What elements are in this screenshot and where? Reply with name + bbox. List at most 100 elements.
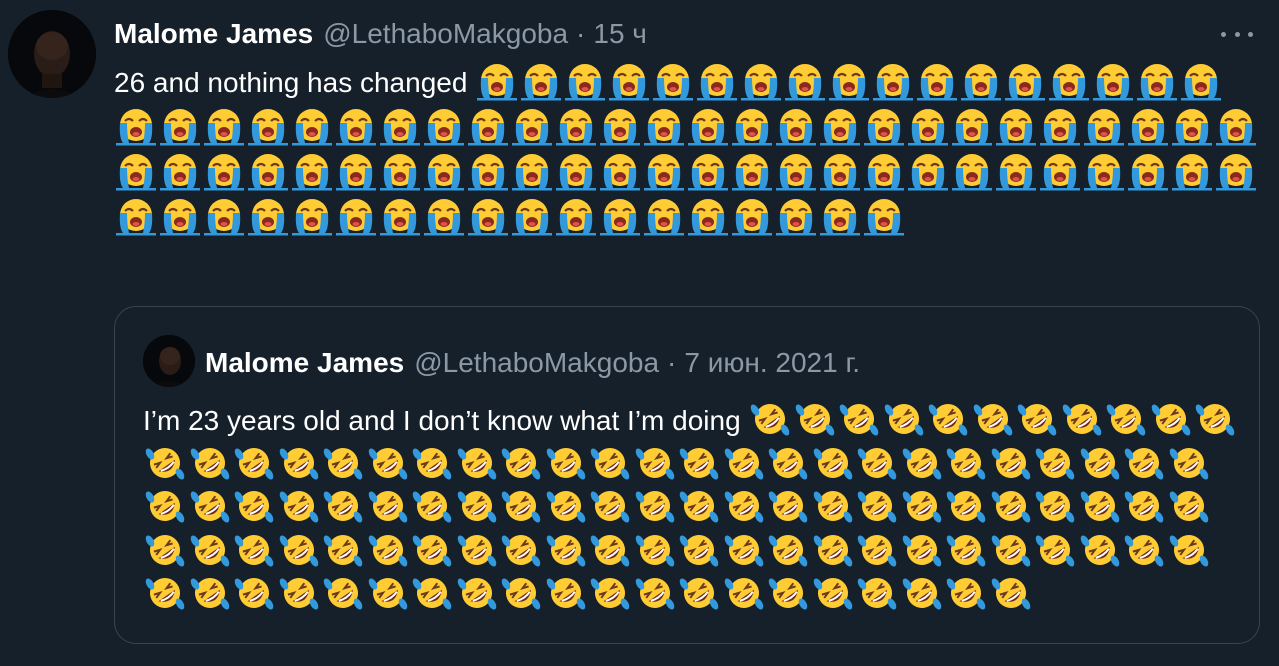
rolling-on-floor-laughing-icon <box>455 443 500 483</box>
rolling-on-floor-laughing-icon <box>188 486 233 526</box>
loudly-crying-face-icon <box>915 61 959 101</box>
rolling-on-floor-laughing-icon <box>455 573 500 613</box>
rolling-on-floor-laughing-icon <box>366 486 411 526</box>
loudly-crying-face-icon <box>466 106 510 146</box>
quoted-tweet[interactable]: Malome James @LethaboMakgoba · 7 июн. 20… <box>114 306 1260 644</box>
loudly-crying-face-icon <box>202 151 246 191</box>
separator-dot: · <box>576 18 586 49</box>
rolling-on-floor-laughing-icon <box>811 573 856 613</box>
loudly-crying-face-icon <box>1003 61 1047 101</box>
rolling-on-floor-laughing-icon <box>1033 443 1078 483</box>
loudly-crying-face-icon <box>730 151 774 191</box>
rolling-on-floor-laughing-icon <box>766 443 811 483</box>
quoted-tweet-date: 7 июн. 2021 г. <box>684 347 861 378</box>
loudly-crying-face-icon <box>114 151 158 191</box>
loudly-crying-face-icon <box>563 61 607 101</box>
rolling-on-floor-laughing-icon <box>232 486 277 526</box>
loudly-crying-face-icon <box>422 106 466 146</box>
rolling-on-floor-laughing-icon <box>499 443 544 483</box>
loudly-crying-face-icon <box>642 151 686 191</box>
author-handle[interactable]: @LethaboMakgoba <box>323 18 568 50</box>
loudly-crying-face-icon <box>774 196 818 236</box>
rolling-on-floor-laughing-icon <box>633 573 678 613</box>
loudly-crying-face-icon <box>114 196 158 236</box>
loudly-crying-face-icon <box>114 106 158 146</box>
rolling-on-floor-laughing-icon <box>900 486 945 526</box>
loudly-crying-face-icon <box>1126 106 1170 146</box>
rolling-on-floor-laughing-icon <box>544 573 589 613</box>
loudly-crying-face-icon <box>818 151 862 191</box>
rolling-on-floor-laughing-icon <box>944 443 989 483</box>
rolling-on-floor-laughing-icon <box>989 573 1034 613</box>
rolling-on-floor-laughing-icon <box>188 443 233 483</box>
loudly-crying-face-icon <box>994 106 1038 146</box>
loudly-crying-face-icon <box>827 61 871 101</box>
loudly-crying-face-icon <box>334 106 378 146</box>
more-options-icon[interactable] <box>1217 20 1257 48</box>
rolling-on-floor-laughing-icon <box>882 399 927 439</box>
quoted-avatar[interactable] <box>143 335 195 387</box>
rolling-on-floor-laughing-icon <box>143 443 188 483</box>
loudly-crying-face-icon <box>739 61 783 101</box>
rolling-on-floor-laughing-icon <box>544 443 589 483</box>
loudly-crying-face-icon <box>774 106 818 146</box>
quoted-tweet-header: Malome James @LethaboMakgoba · 7 июн. 20… <box>205 343 860 383</box>
separator-dot: · <box>667 347 677 378</box>
loudly-crying-face-icon <box>959 61 1003 101</box>
rolling-on-floor-laughing-icon <box>1149 399 1194 439</box>
rolling-on-floor-laughing-icon <box>410 443 455 483</box>
rolling-on-floor-laughing-icon <box>926 399 971 439</box>
loudly-crying-face-icon <box>246 106 290 146</box>
rolling-on-floor-laughing-icon <box>277 530 322 570</box>
rolling-on-floor-laughing-icon <box>544 486 589 526</box>
loudly-crying-face-icon <box>774 151 818 191</box>
rolling-on-floor-laughing-icon <box>499 573 544 613</box>
rolling-on-floor-laughing-icon <box>633 530 678 570</box>
author-name[interactable]: Malome James <box>114 18 313 50</box>
tweet-text-content: 26 and nothing has changed <box>114 67 476 98</box>
loudly-crying-face-icon <box>290 196 334 236</box>
rolling-on-floor-laughing-icon <box>321 573 366 613</box>
rolling-on-floor-laughing-icon <box>855 486 900 526</box>
rolling-on-floor-laughing-icon <box>677 573 722 613</box>
rolling-on-floor-laughing-icon <box>1060 399 1105 439</box>
rolling-on-floor-laughing-icon <box>588 486 633 526</box>
rolling-on-floor-laughing-icon <box>321 530 366 570</box>
tweet: Malome James @LethaboMakgoba · 15 ч 26 a… <box>0 0 1279 666</box>
loudly-crying-face-icon <box>510 196 554 236</box>
rolling-on-floor-laughing-icon <box>722 530 767 570</box>
loudly-crying-face-icon <box>950 151 994 191</box>
rolling-on-floor-laughing-icon <box>277 573 322 613</box>
avatar[interactable] <box>8 10 96 98</box>
rolling-on-floor-laughing-icon <box>366 573 411 613</box>
rolling-on-floor-laughing-icon <box>1078 486 1123 526</box>
loudly-crying-face-icon <box>686 151 730 191</box>
rolling-on-floor-laughing-icon <box>1033 486 1078 526</box>
rolling-on-floor-laughing-icon <box>366 443 411 483</box>
rolling-on-floor-laughing-icon <box>188 530 233 570</box>
loudly-crying-face-icon <box>1214 151 1258 191</box>
loudly-crying-face-icon <box>378 151 422 191</box>
rolling-on-floor-laughing-icon <box>1167 486 1212 526</box>
loudly-crying-face-icon <box>1047 61 1091 101</box>
loudly-crying-face-icon <box>510 106 554 146</box>
loudly-crying-face-icon <box>950 106 994 146</box>
rolling-on-floor-laughing-icon <box>1015 399 1060 439</box>
loudly-crying-face-icon <box>642 106 686 146</box>
tweet-timestamp[interactable]: 15 ч <box>593 18 647 50</box>
rolling-on-floor-laughing-icon <box>989 530 1034 570</box>
rolling-on-floor-laughing-icon <box>793 399 838 439</box>
rolling-on-floor-laughing-icon <box>633 486 678 526</box>
loudly-crying-face-icon <box>695 61 739 101</box>
rolling-on-floor-laughing-icon <box>748 399 793 439</box>
loudly-crying-face-icon <box>290 106 334 146</box>
rolling-on-floor-laughing-icon <box>944 573 989 613</box>
loudly-crying-face-icon <box>466 196 510 236</box>
rolling-on-floor-laughing-icon <box>277 486 322 526</box>
rolling-on-floor-laughing-icon <box>677 486 722 526</box>
loudly-crying-face-icon <box>1082 151 1126 191</box>
rolling-on-floor-laughing-icon <box>277 443 322 483</box>
loudly-crying-face-icon <box>246 196 290 236</box>
rolling-on-floor-laughing-icon <box>677 530 722 570</box>
rolling-on-floor-laughing-icon <box>944 530 989 570</box>
